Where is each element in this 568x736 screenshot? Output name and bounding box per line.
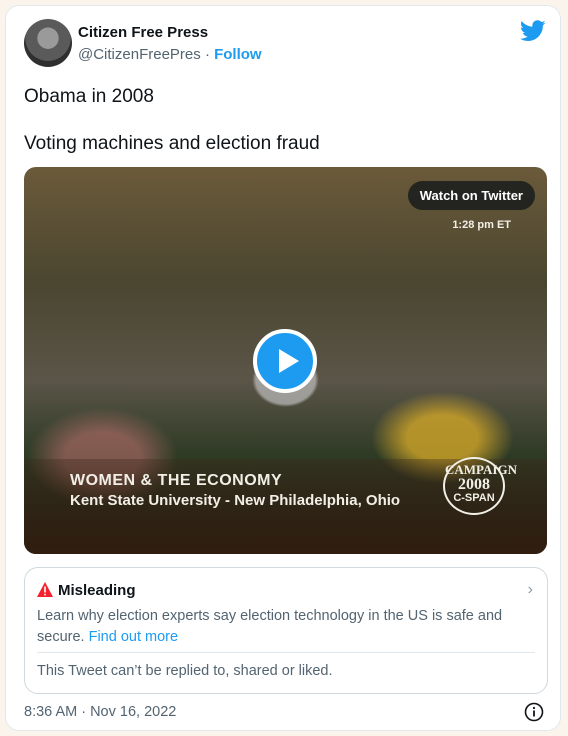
play-icon — [279, 349, 299, 373]
logo-year-text: 2008 — [458, 475, 490, 493]
author-name[interactable]: Citizen Free Press — [78, 24, 208, 41]
video-player[interactable]: WOMEN & THE ECONOMY Kent State Universit… — [24, 167, 547, 554]
logo-top-text: CAMPAIGN — [445, 462, 517, 477]
misleading-notice[interactable]: Misleading › Learn why election experts … — [24, 567, 548, 694]
avatar[interactable] — [24, 19, 72, 67]
logo-bottom-text: C-SPAN — [453, 492, 495, 505]
notice-divider — [37, 652, 535, 653]
info-icon[interactable] — [524, 702, 544, 722]
watch-on-twitter-button[interactable]: Watch on Twitter — [407, 181, 535, 210]
notice-body: Learn why election experts say election … — [37, 606, 532, 648]
tweet-text-line2: Voting machines and election fraud — [24, 133, 320, 154]
author-handle-line: @CitizenFreePres · Follow — [78, 46, 262, 63]
restricted-message: This Tweet can’t be replied to, shared o… — [37, 663, 333, 679]
video-caption-title: WOMEN & THE ECONOMY — [70, 472, 283, 489]
tweet-card: Citizen Free Press @CitizenFreePres · Fo… — [5, 5, 561, 731]
cspan-logo: CAMPAIGN 2008 C-SPAN — [443, 457, 517, 515]
notice-title: Misleading — [58, 582, 136, 599]
follow-button[interactable]: Follow — [214, 46, 262, 63]
video-caption-location: Kent State University - New Philadelphia… — [70, 492, 401, 509]
chevron-right-icon[interactable]: › — [528, 581, 533, 599]
author-handle[interactable]: @CitizenFreePres — [78, 46, 201, 63]
tweet-text-line1: Obama in 2008 — [24, 86, 154, 107]
find-out-more-link[interactable]: Find out more — [89, 629, 178, 645]
play-button[interactable] — [253, 329, 317, 393]
separator: · — [204, 46, 210, 63]
video-time-badge: 1:28 pm ET — [452, 219, 511, 231]
warning-icon — [37, 582, 53, 597]
notice-title-row: Misleading — [37, 582, 136, 599]
tweet-timestamp[interactable]: 8:36 AM · Nov 16, 2022 — [24, 704, 176, 720]
twitter-bird-icon[interactable] — [520, 20, 546, 42]
